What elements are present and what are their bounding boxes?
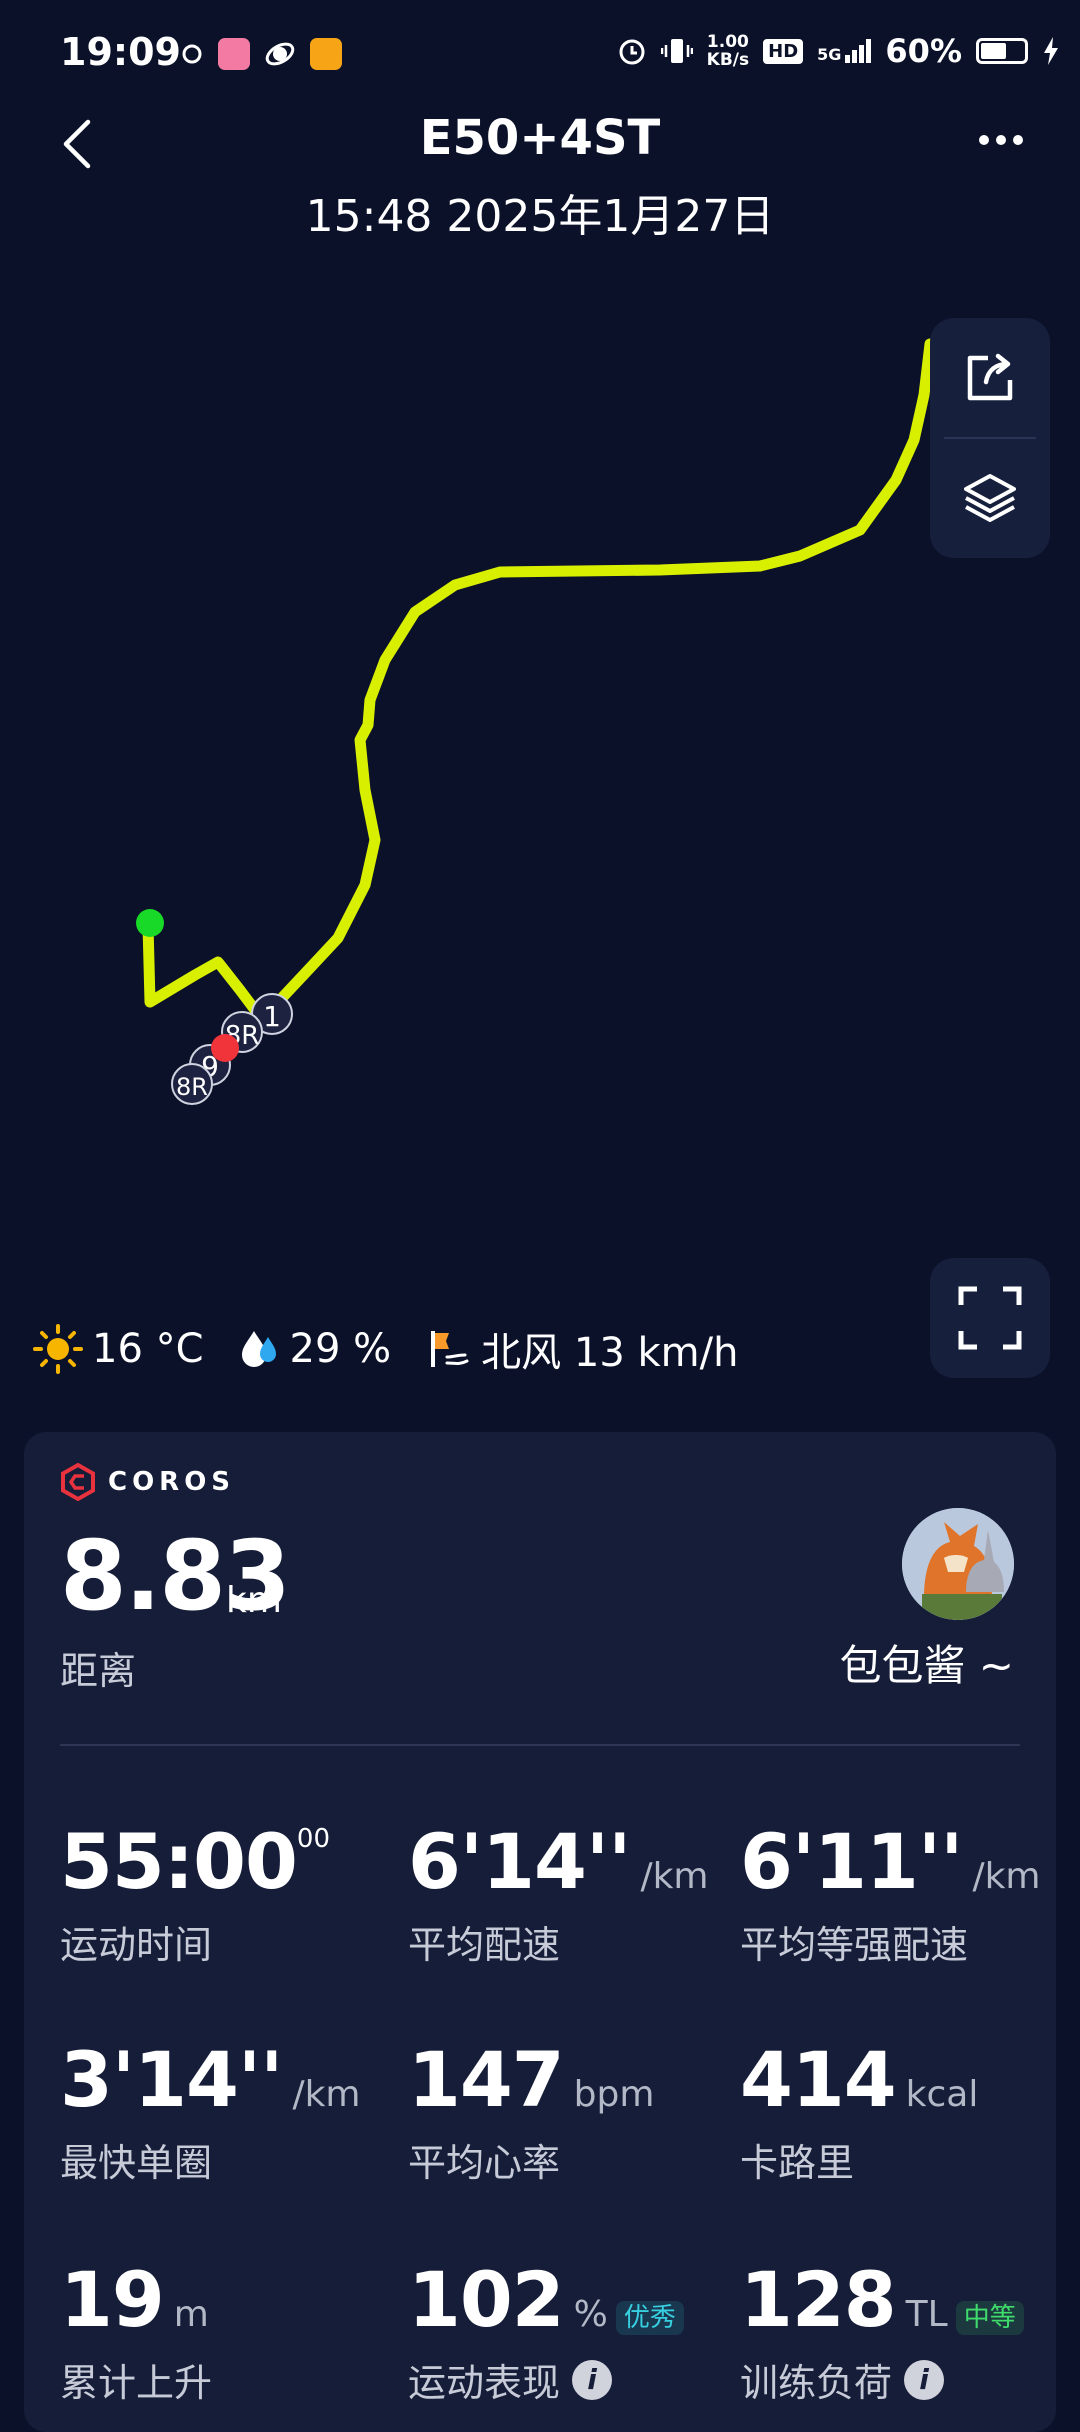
stat-duration[interactable]: 55:0000 运动时间 (60, 1824, 330, 1969)
stat-sup: 00 (296, 1824, 331, 1854)
planet-app-icon (265, 42, 295, 66)
stat-value: 414 (740, 2035, 897, 2124)
stat-label: 运动时间 (60, 1923, 213, 1967)
signal-icon: 5G (817, 39, 872, 64)
activity-datetime: 15:48 2025年1月27日 (305, 191, 775, 242)
stat-value: 19 (60, 2255, 165, 2344)
temperature-value: 16 °C (92, 1326, 204, 1372)
hd-icon: HD (763, 38, 804, 64)
app-notify-icon (182, 44, 202, 64)
stat-avg-pace[interactable]: 6'14''/km 平均配速 (408, 1824, 709, 1969)
stat-fastest-lap[interactable]: 3'14''/km 最快单圈 (60, 2042, 361, 2187)
stat-avg-adjusted-pace[interactable]: 6'11''/km 平均等强配速 (740, 1824, 1041, 1969)
bilibili-icon (218, 38, 250, 70)
more-options-button[interactable] (976, 130, 1026, 150)
lap-marker-8r[interactable]: 8R (171, 1063, 213, 1105)
stat-unit: /km (640, 1856, 709, 1897)
stat-label: 平均等强配速 (740, 1923, 969, 1967)
humidity-value: 29 % (289, 1326, 392, 1372)
stat-unit: kcal (905, 2074, 979, 2115)
battery-icon (976, 38, 1028, 64)
status-time: 19:09 (60, 30, 181, 74)
stat-unit: /km (972, 1856, 1041, 1897)
stat-value: 55:00 (60, 1817, 298, 1906)
end-point-marker (211, 1034, 239, 1062)
sun-icon (33, 1324, 83, 1374)
distance-label: 距离 (60, 1649, 137, 1693)
stat-unit: TL (905, 2294, 948, 2335)
stat-elevation-gain[interactable]: 19 m 累计上升 (60, 2262, 212, 2407)
fullscreen-button[interactable] (930, 1258, 1050, 1378)
stat-value: 6'14'' (408, 1817, 631, 1906)
stat-label: 累计上升 (60, 2361, 213, 2405)
share-button[interactable] (930, 318, 1050, 438)
stat-unit: bpm (573, 2074, 655, 2115)
svg-text:8R: 8R (176, 1073, 208, 1101)
route-map[interactable]: 1 8R 9 8R (0, 250, 1080, 1310)
stat-value: 6'11'' (740, 1817, 963, 1906)
weather-row: 16 °C 29 % 北风 13 km/h (32, 1320, 772, 1378)
map-side-panel (930, 318, 1050, 558)
avatar-image (902, 1508, 1014, 1620)
coros-logo-text: COROS (108, 1467, 236, 1497)
weibo-icon (310, 38, 342, 70)
stat-unit: /km (292, 2074, 361, 2115)
net-speed-value: 1.00 (706, 32, 749, 52)
stat-avg-heart-rate[interactable]: 147 bpm 平均心率 (408, 2042, 654, 2187)
card-divider (60, 1744, 1020, 1746)
training-load-badge: 中等 (955, 2301, 1024, 2335)
stat-label: 最快单圈 (60, 2141, 213, 2185)
stat-label: 平均配速 (408, 1923, 561, 1967)
stat-label: 运动表现 (408, 2361, 561, 2405)
stat-label: 平均心率 (408, 2141, 561, 2185)
system-status-icons: 1.00 KB/s HD 5G 60% (617, 32, 1060, 70)
notification-icons (180, 38, 342, 70)
info-icon[interactable]: i (572, 2359, 613, 2400)
distance-unit: km (226, 1580, 282, 1621)
stat-value: 3'14'' (60, 2035, 283, 2124)
status-bar: 19:09 1.00 KB/s HD 5G 60% (0, 0, 1080, 110)
stat-label: 训练负荷 (740, 2361, 893, 2405)
vibrate-icon (660, 39, 693, 63)
stat-performance[interactable]: 102% 优秀 运动表现 i (408, 2262, 684, 2407)
stat-unit: % (573, 2294, 608, 2335)
alarm-icon (619, 39, 645, 65)
coros-logo: COROS (58, 1462, 235, 1502)
map-layers-button[interactable] (930, 438, 1050, 558)
charging-icon (1044, 37, 1058, 65)
stat-training-load[interactable]: 128 TL 中等 训练负荷 i (740, 2262, 1024, 2407)
start-point-marker (136, 909, 164, 937)
net-speed-unit: KB/s (706, 50, 750, 70)
battery-percent: 60% (885, 32, 962, 70)
route-path (142, 338, 936, 1016)
wind-value: 北风 13 km/h (481, 1330, 739, 1376)
page-title: E50+4ST (419, 110, 661, 166)
stat-value: 128 (740, 2255, 897, 2344)
signal-type: 5G (817, 45, 842, 64)
performance-badge: 优秀 (615, 2301, 684, 2335)
wind-flag-icon (431, 1331, 469, 1367)
avatar[interactable] (902, 1508, 1014, 1620)
info-icon[interactable]: i (904, 2359, 945, 2400)
stat-value: 102 (408, 2255, 565, 2344)
coros-logo-icon (61, 1462, 95, 1502)
wind-item: 北风 13 km/h (425, 1320, 738, 1378)
temperature-item: 16 °C (32, 1323, 204, 1375)
stat-unit: m (173, 2294, 209, 2335)
share-icon (967, 353, 1013, 401)
stat-calories[interactable]: 414 kcal 卡路里 (740, 2042, 978, 2187)
humidity-drop-icon (241, 1331, 276, 1367)
svg-text:1: 1 (263, 1000, 281, 1033)
fullscreen-icon (958, 1286, 1022, 1350)
humidity-item: 29 % (238, 1326, 392, 1372)
stat-label: 卡路里 (740, 2141, 855, 2185)
stat-value: 147 (408, 2035, 565, 2124)
network-speed: 1.00 KB/s (707, 33, 749, 69)
username[interactable]: 包包酱 ~ (839, 1632, 1014, 1693)
layers-icon (964, 474, 1016, 522)
